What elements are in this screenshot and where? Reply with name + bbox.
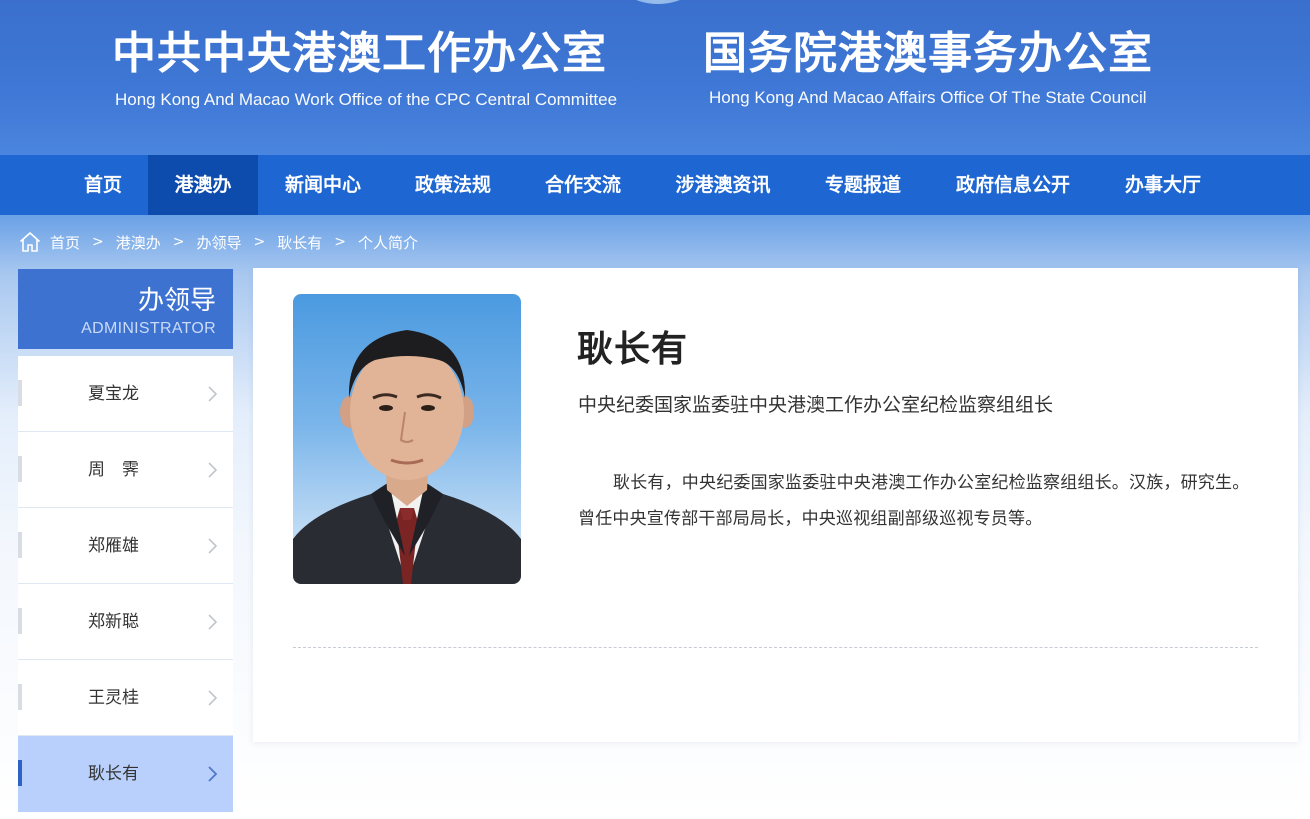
- breadcrumb-home[interactable]: 首页: [50, 232, 80, 253]
- sidebar-subtitle: ADMINISTRATOR: [81, 320, 216, 337]
- profile-card: 耿长有 中央纪委国家监委驻中央港澳工作办公室纪检监察组组长 耿长有，中央纪委国家…: [253, 268, 1298, 742]
- left-title-en: Hong Kong And Macao Work Office of the C…: [115, 90, 618, 109]
- header-title-right: 国务院港澳事务办公室 Hong Kong And Macao Affairs O…: [703, 26, 1168, 109]
- sidebar-item-label: 郑雁雄: [88, 536, 139, 556]
- item-marker: [18, 380, 22, 406]
- nav-item-home[interactable]: 首页: [63, 155, 143, 215]
- breadcrumb: 首页 > 港澳办 > 办领导 > 耿长有 > 个人简介: [18, 229, 418, 255]
- sidebar-title: 办领导: [137, 286, 216, 316]
- item-marker: [18, 532, 22, 558]
- breadcrumb-hkmao[interactable]: 港澳办: [116, 232, 161, 253]
- sidebar-list: 夏宝龙 周 霁 郑雁雄 郑新聪 王灵桂 耿长有: [18, 356, 233, 812]
- right-title-en: Hong Kong And Macao Affairs Office Of Th…: [709, 88, 1147, 107]
- nav-item-hkmao[interactable]: 港澳办: [148, 155, 258, 215]
- sidebar-header: 办领导 ADMINISTRATOR: [18, 269, 233, 349]
- header-title-left: 中共中央港澳工作办公室 Hong Kong And Macao Work Off…: [112, 26, 620, 111]
- portrait-photo: [293, 294, 521, 584]
- breadcrumb-leaders[interactable]: 办领导: [197, 232, 242, 253]
- dashed-divider: [293, 647, 1258, 648]
- sidebar-item-label: 郑新聪: [88, 612, 139, 632]
- chevron-right-icon: [208, 614, 218, 630]
- sidebar-item-label: 耿长有: [88, 764, 139, 784]
- chevron-right-icon: [208, 690, 218, 706]
- right-title-zh: 国务院港澳事务办公室: [703, 28, 1153, 79]
- item-marker: [18, 684, 22, 710]
- chevron-right-icon: [208, 462, 218, 478]
- sidebar: 办领导 ADMINISTRATOR 夏宝龙 周 霁 郑雁雄 郑新聪 王灵桂 耿长…: [18, 269, 233, 812]
- sidebar-item-xia-baolong[interactable]: 夏宝龙: [18, 356, 233, 432]
- nav-item-disclosure[interactable]: 政府信息公开: [938, 155, 1088, 215]
- nav-item-info[interactable]: 涉港澳资讯: [658, 155, 788, 215]
- sidebar-item-label: 周 霁: [88, 460, 139, 480]
- main-nav: 首页 港澳办 新闻中心 政策法规 合作交流 涉港澳资讯 专题报道 政府信息公开 …: [0, 155, 1310, 215]
- breadcrumb-separator: >: [92, 234, 104, 250]
- sidebar-item-zheng-yanxiong[interactable]: 郑雁雄: [18, 508, 233, 584]
- sidebar-item-geng-changyou[interactable]: 耿长有: [18, 736, 233, 812]
- sidebar-item-wang-linggui[interactable]: 王灵桂: [18, 660, 233, 736]
- nav-item-cooperation[interactable]: 合作交流: [528, 155, 638, 215]
- site-header: 中共中央港澳工作办公室 Hong Kong And Macao Work Off…: [0, 0, 1310, 155]
- breadcrumb-separator: >: [172, 234, 185, 250]
- nav-item-service[interactable]: 办事大厅: [1108, 155, 1218, 215]
- chevron-right-icon: [208, 538, 218, 554]
- item-marker: [18, 760, 22, 786]
- nav-item-special[interactable]: 专题报道: [808, 155, 918, 215]
- left-title-zh: 中共中央港澳工作办公室: [112, 28, 607, 79]
- nav-item-news[interactable]: 新闻中心: [268, 155, 378, 215]
- item-marker: [18, 456, 22, 482]
- sidebar-item-label: 夏宝龙: [88, 384, 139, 404]
- nav-item-policy[interactable]: 政策法规: [398, 155, 508, 215]
- person-name: 耿长有: [577, 329, 689, 370]
- breadcrumb-person[interactable]: 耿长有: [277, 232, 322, 253]
- home-icon[interactable]: [18, 230, 42, 254]
- chevron-right-icon: [208, 386, 218, 402]
- sidebar-item-zheng-xincong[interactable]: 郑新聪: [18, 584, 233, 660]
- national-emblem: [612, 0, 704, 4]
- chevron-right-icon: [208, 766, 218, 782]
- breadcrumb-separator: >: [253, 234, 266, 250]
- sidebar-item-label: 王灵桂: [88, 688, 139, 708]
- item-marker: [18, 608, 22, 634]
- breadcrumb-current: 个人简介: [358, 233, 419, 252]
- person-position: 中央纪委国家监委驻中央港澳工作办公室纪检监察组组长: [578, 394, 1054, 416]
- sidebar-item-zhou-ji[interactable]: 周 霁: [18, 432, 233, 508]
- person-bio: 耿长有，中央纪委国家监委驻中央港澳工作办公室纪检监察组组长。汉族，研究生。曾任中…: [578, 473, 1250, 529]
- breadcrumb-separator: >: [334, 234, 346, 250]
